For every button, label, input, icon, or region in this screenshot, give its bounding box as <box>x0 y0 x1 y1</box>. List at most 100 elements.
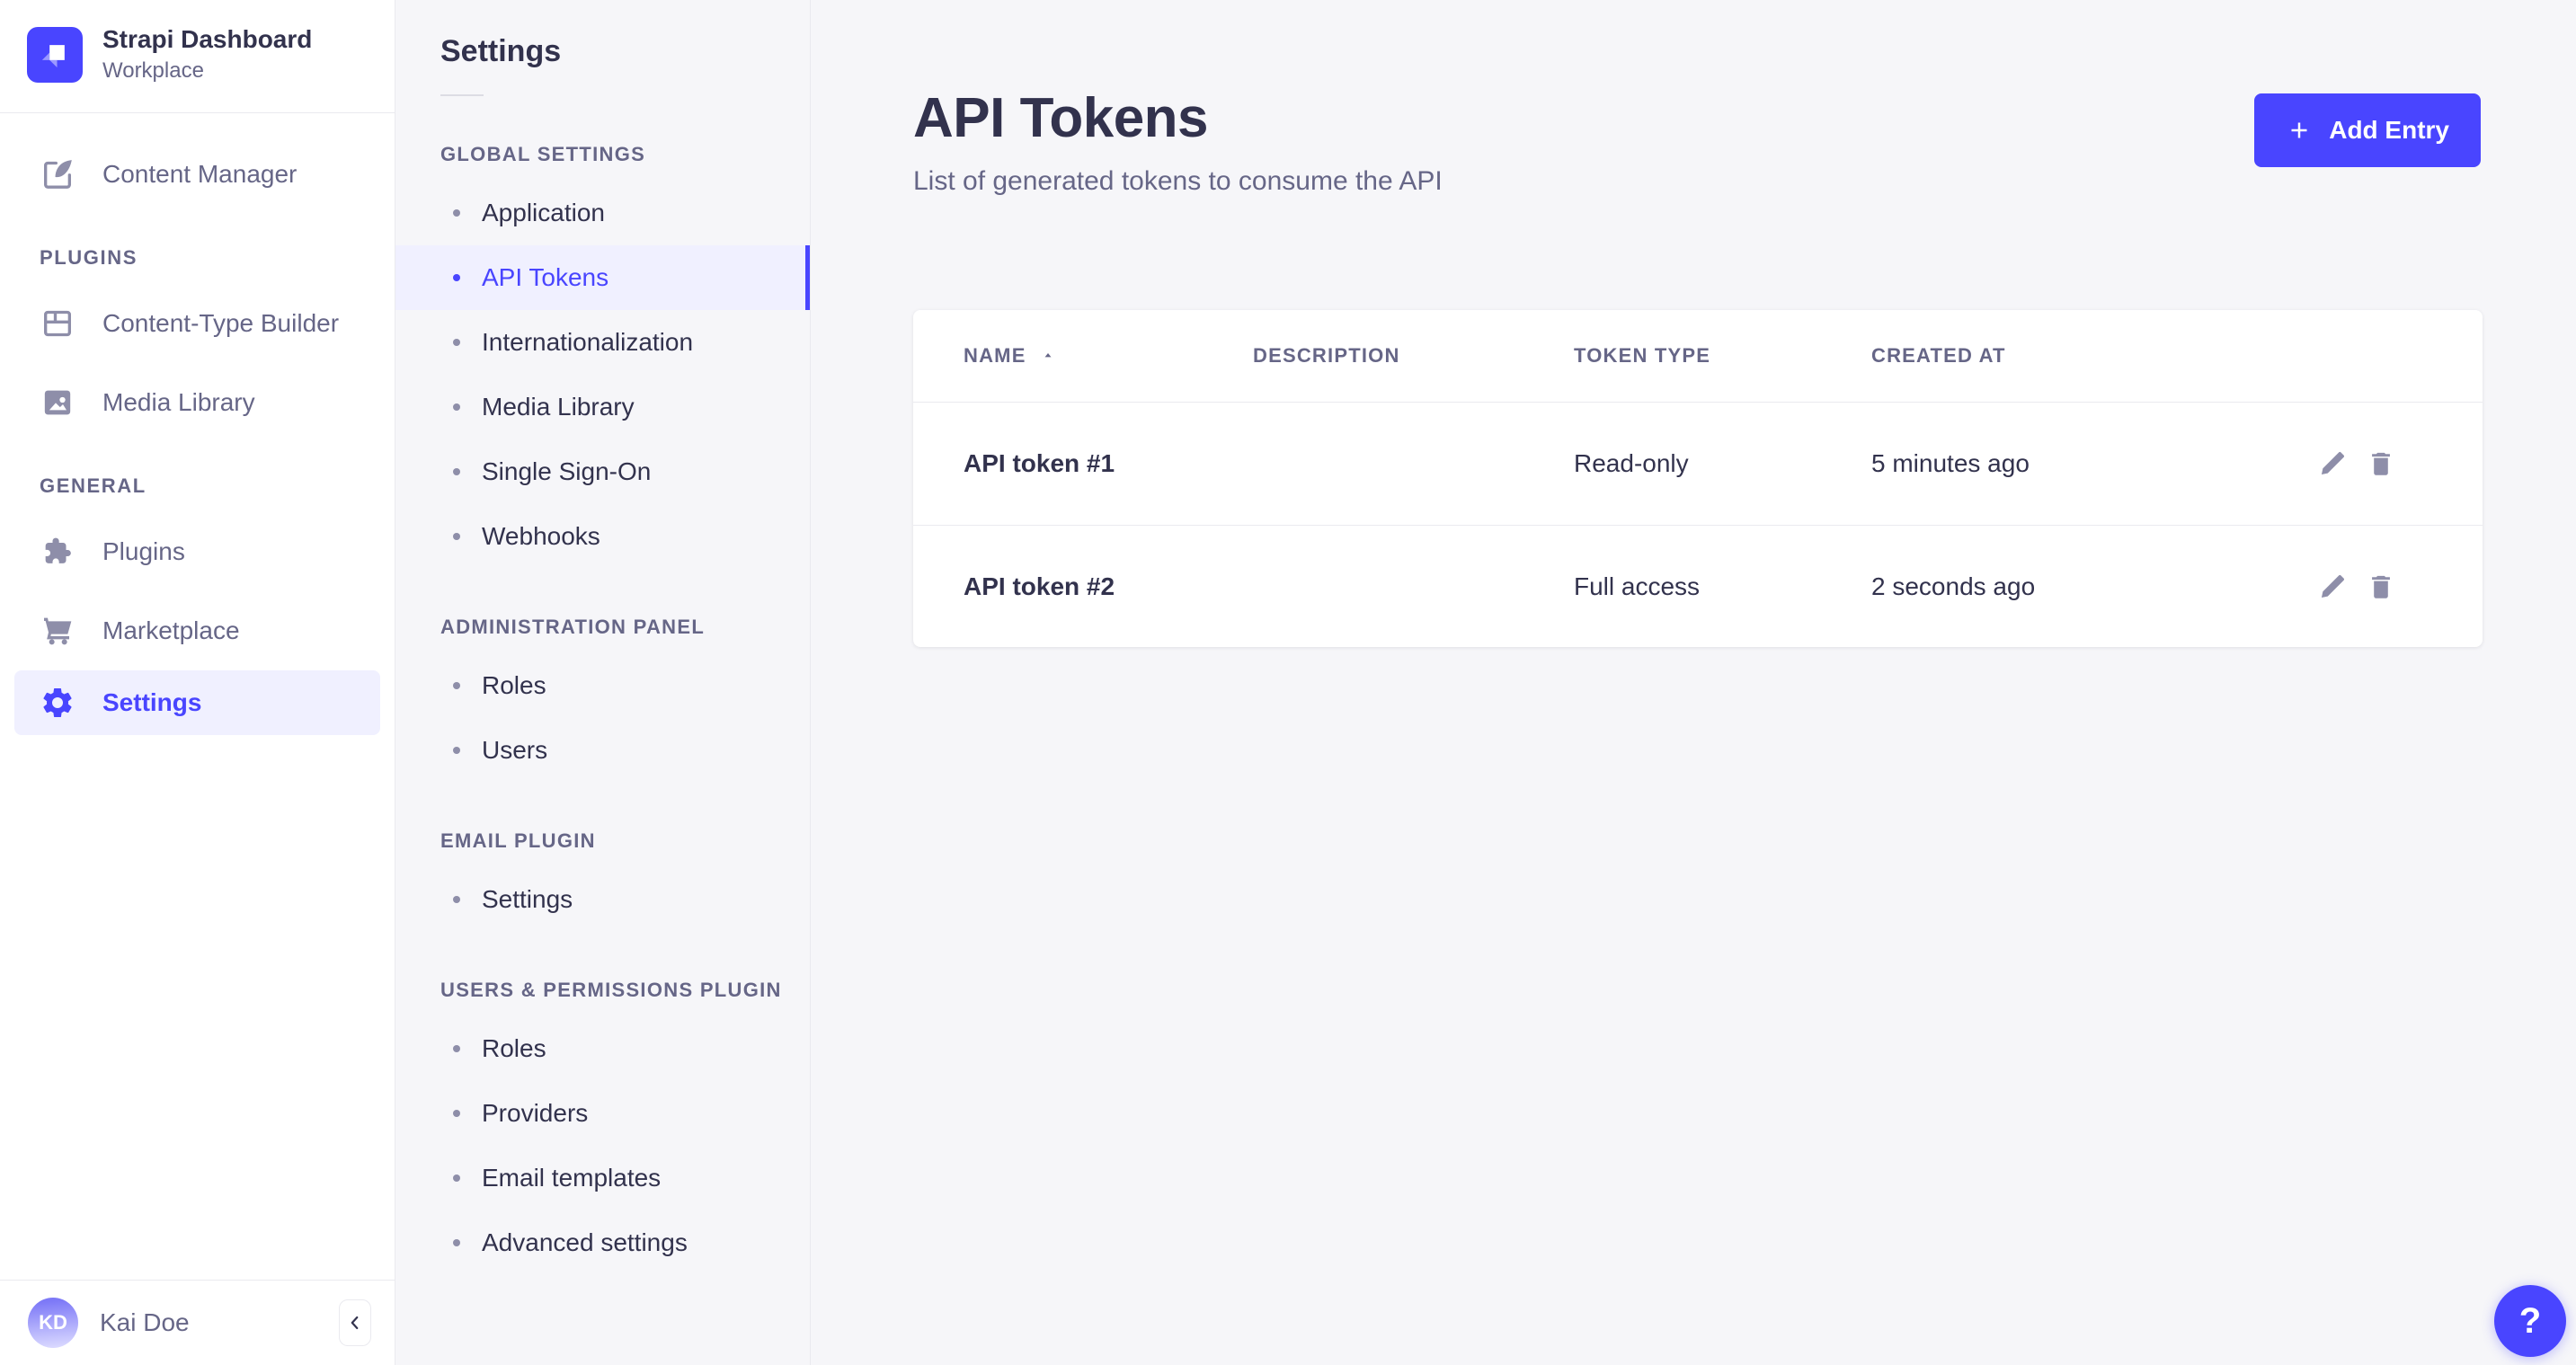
bullet-icon <box>453 747 460 754</box>
sidebar-item-content-type-builder[interactable]: Content-Type Builder <box>0 284 395 363</box>
sidebar-item-label: Plugins <box>102 537 185 566</box>
table-header: NAME DESCRIPTION TOKEN TYPE CREATED AT <box>913 310 2483 403</box>
subnav-sections: GLOBAL SETTINGS Application API Tokens Inte… <box>395 96 810 1275</box>
plus-icon <box>2286 117 2313 144</box>
subnav-item-label: Internationalization <box>482 328 693 357</box>
content-type-builder-icon <box>40 306 76 341</box>
user-profile[interactable]: KD Kai Doe <box>0 1280 395 1365</box>
sidebar-item-plugins[interactable]: Plugins <box>0 512 395 591</box>
settings-subnav: Settings GLOBAL SETTINGS Application API T… <box>395 0 811 1365</box>
subnav-section-label-users-permissions-plugin: USERS & PERMISSIONS PLUGIN <box>395 932 810 1016</box>
subnav-item-label: Settings <box>482 885 573 914</box>
token-type-cell: Full access <box>1574 572 1871 601</box>
subnav-item-label: Single Sign-On <box>482 457 651 486</box>
subnav-section-label-administration-panel: ADMINISTRATION PANEL <box>395 569 810 653</box>
subnav-item-api-tokens[interactable]: API Tokens <box>395 245 810 310</box>
subnav-title: Settings <box>395 0 810 69</box>
nav-section-label-plugins: PLUGINS <box>0 214 395 284</box>
sidebar-item-settings[interactable]: Settings <box>14 670 380 735</box>
subnav-item-label: Application <box>482 199 605 227</box>
column-header-label: TOKEN TYPE <box>1574 344 1710 368</box>
column-header-token-type[interactable]: TOKEN TYPE <box>1574 344 1871 368</box>
bullet-icon <box>453 1239 460 1246</box>
content-manager-icon <box>40 156 76 192</box>
subnav-section-label-global-settings: GLOBAL SETTINGS <box>395 96 810 181</box>
sidebar-item-label: Settings <box>102 688 201 717</box>
help-button[interactable]: ? <box>2494 1285 2566 1357</box>
settings-icon <box>40 685 76 721</box>
media-library-icon <box>40 385 76 421</box>
delete-token-button[interactable] <box>2366 448 2396 479</box>
sidebar-item-media-library[interactable]: Media Library <box>0 363 395 442</box>
subnav-item-label: Providers <box>482 1099 588 1128</box>
subnav-item-webhooks[interactable]: Webhooks <box>395 504 810 569</box>
bullet-icon <box>453 896 460 903</box>
workspace-title: Strapi Dashboard <box>102 25 312 54</box>
token-type-cell: Read-only <box>1574 449 1871 478</box>
strapi-logo-icon <box>27 27 83 83</box>
token-name-cell: API token #1 <box>964 449 1253 478</box>
question-mark-icon: ? <box>2519 1301 2541 1342</box>
subnav-item-label: Email templates <box>482 1164 661 1192</box>
subnav-item-users[interactable]: Users <box>395 718 810 783</box>
bullet-icon <box>453 533 460 540</box>
avatar: KD <box>28 1298 78 1348</box>
main-content: API Tokens List of generated tokens to c… <box>811 0 2576 1365</box>
sidebar-item-marketplace[interactable]: Marketplace <box>0 591 395 670</box>
workspace-subtitle: Workplace <box>102 58 312 84</box>
column-header-label: NAME <box>964 344 1026 368</box>
sidebar-item-label: Content Manager <box>102 160 297 189</box>
column-header-label: CREATED AT <box>1871 344 2006 368</box>
subnav-item-email-templates[interactable]: Email templates <box>395 1146 810 1210</box>
bullet-icon <box>453 1045 460 1052</box>
sidebar-item-label: Content-Type Builder <box>102 309 339 338</box>
token-created-cell: 5 minutes ago <box>1871 449 2288 478</box>
sidebar-item-content-manager[interactable]: Content Manager <box>0 135 395 214</box>
subnav-item-advanced-settings[interactable]: Advanced settings <box>395 1210 810 1275</box>
subnav-item-media-library[interactable]: Media Library <box>395 375 810 439</box>
subnav-item-single-sign-on[interactable]: Single Sign-On <box>395 439 810 504</box>
bullet-icon <box>453 339 460 346</box>
subnav-item-label: Users <box>482 736 547 765</box>
sidebar-item-label: Marketplace <box>102 616 240 645</box>
trash-icon <box>2366 572 2396 602</box>
workspace-brand[interactable]: Strapi Dashboard Workplace <box>0 0 395 112</box>
nav-section-label-general: GENERAL <box>0 442 395 512</box>
column-header-label: DESCRIPTION <box>1253 344 1400 368</box>
main-sidebar: Strapi Dashboard Workplace Content Manag… <box>0 0 395 1365</box>
add-entry-label: Add Entry <box>2329 116 2449 145</box>
sidebar-item-label: Media Library <box>102 388 255 417</box>
delete-token-button[interactable] <box>2366 572 2396 602</box>
bullet-icon <box>453 1110 460 1117</box>
collapse-sidebar-button[interactable] <box>339 1299 371 1346</box>
chevron-left-icon <box>345 1313 365 1333</box>
subnav-item-application[interactable]: Application <box>395 181 810 245</box>
add-entry-button[interactable]: Add Entry <box>2254 93 2481 167</box>
page-title: API Tokens <box>913 86 1443 150</box>
subnav-section-label-email-plugin: EMAIL PLUGIN <box>395 783 810 867</box>
pencil-icon <box>2317 448 2348 479</box>
edit-token-button[interactable] <box>2317 448 2348 479</box>
subnav-item-providers[interactable]: Providers <box>395 1081 810 1146</box>
page-header: API Tokens List of generated tokens to c… <box>811 0 2576 197</box>
subnav-item-settings[interactable]: Settings <box>395 867 810 932</box>
subnav-item-roles[interactable]: Roles <box>395 653 810 718</box>
subnav-item-label: Media Library <box>482 393 635 421</box>
table-row[interactable]: API token #1 Read-only5 minutes ago <box>913 403 2483 525</box>
token-name-cell: API token #2 <box>964 572 1253 601</box>
subnav-item-label: Advanced settings <box>482 1228 688 1257</box>
subnav-item-label: API Tokens <box>482 263 608 292</box>
trash-icon <box>2366 448 2396 479</box>
table-row[interactable]: API token #2Full access2 seconds ago <box>913 525 2483 647</box>
subnav-item-label: Webhooks <box>482 522 600 551</box>
column-header-description[interactable]: DESCRIPTION <box>1253 344 1574 368</box>
subnav-item-roles[interactable]: Roles <box>395 1016 810 1081</box>
pencil-icon <box>2317 572 2348 602</box>
marketplace-icon <box>40 613 76 649</box>
subnav-item-internationalization[interactable]: Internationalization <box>395 310 810 375</box>
bullet-icon <box>453 209 460 217</box>
column-header-name[interactable]: NAME <box>964 344 1253 368</box>
edit-token-button[interactable] <box>2317 572 2348 602</box>
main-nav: Content Manager PLUGINS Content-Type Build… <box>0 113 395 1280</box>
column-header-created-at[interactable]: CREATED AT <box>1871 344 2288 368</box>
